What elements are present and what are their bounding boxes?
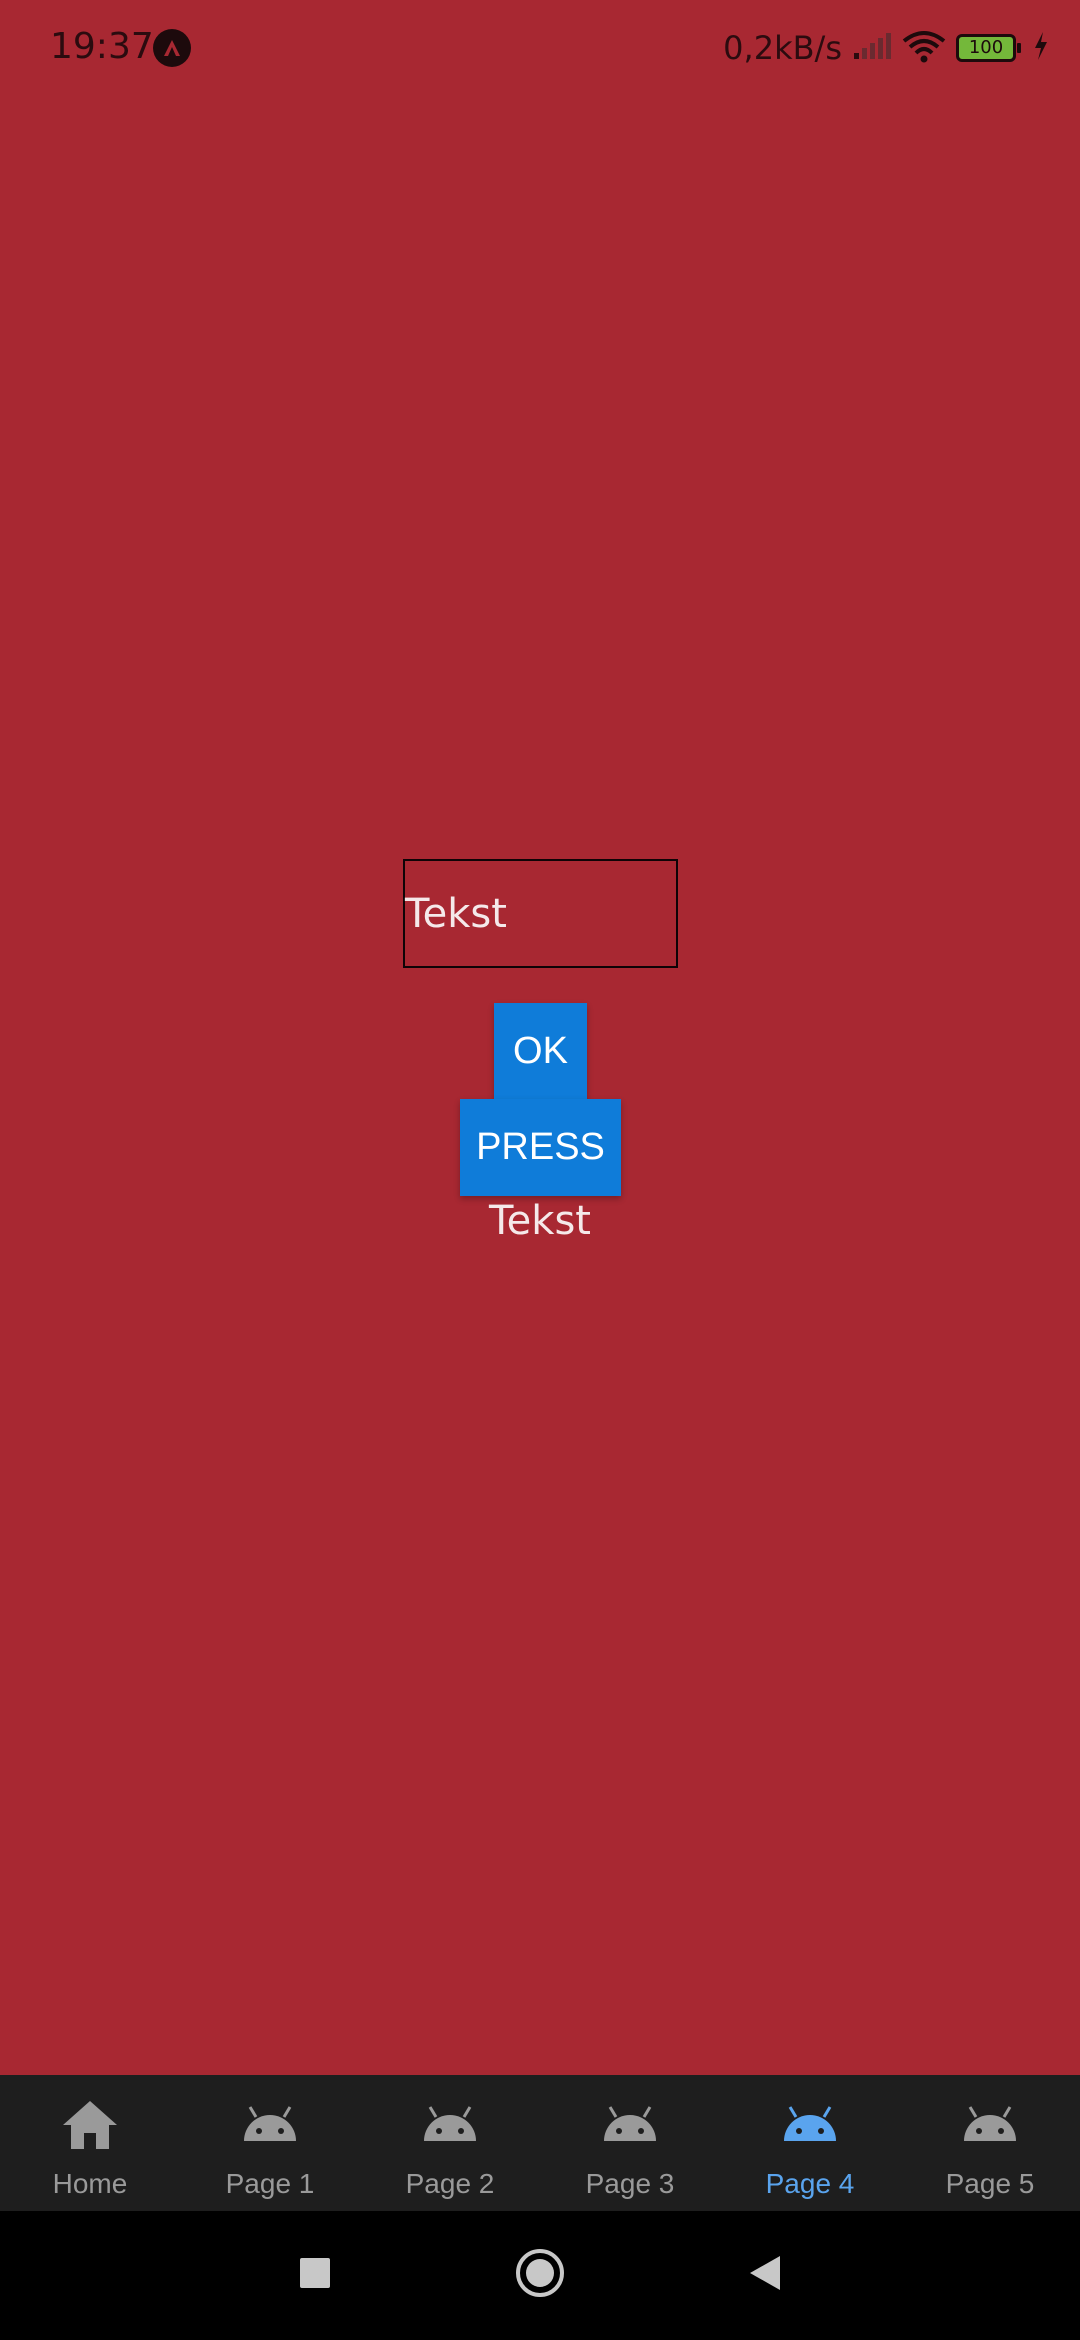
back-button[interactable] (735, 2211, 795, 2340)
android-icon (600, 2098, 660, 2152)
text-input-value: Tekst (405, 891, 507, 937)
android-icon (240, 2098, 300, 2152)
ok-button[interactable]: OK (494, 1003, 587, 1100)
wifi-icon (902, 29, 946, 68)
text-label: Tekst (489, 1198, 591, 1244)
tab-label: Page 2 (405, 2168, 495, 2199)
charging-icon (1032, 31, 1050, 66)
screen: 19:37 0,2kB/s 100 Tekst OK PRESS Tekst H… (0, 0, 1080, 2340)
tab-label: Page 4 (765, 2168, 855, 2199)
circle-icon (514, 2247, 566, 2304)
recents-button[interactable] (285, 2211, 345, 2340)
status-right-group: 0,2kB/s 100 (723, 26, 1050, 70)
signal-icon (852, 31, 892, 66)
status-bar: 19:37 0,2kB/s 100 (0, 0, 1080, 96)
tab-page-4[interactable]: Page 4 (720, 2075, 900, 2211)
home-button[interactable] (510, 2211, 570, 2340)
battery-icon: 100 (956, 34, 1021, 62)
tab-label: Page 5 (945, 2168, 1035, 2199)
square-icon (299, 2257, 331, 2294)
press-button[interactable]: PRESS (460, 1099, 621, 1196)
tab-home[interactable]: Home (0, 2075, 180, 2211)
battery-level: 100 (968, 37, 1004, 58)
tab-page-3[interactable]: Page 3 (540, 2075, 720, 2211)
tab-label: Page 1 (225, 2168, 315, 2199)
back-triangle-icon (748, 2254, 782, 2297)
tab-page-5[interactable]: Page 5 (900, 2075, 1080, 2211)
tab-page-1[interactable]: Page 1 (180, 2075, 360, 2211)
android-icon (420, 2098, 480, 2152)
tab-label: Home (52, 2168, 128, 2199)
android-icon (960, 2098, 1020, 2152)
home-icon (60, 2098, 120, 2152)
net-speed: 0,2kB/s (723, 29, 842, 67)
android-icon (780, 2098, 840, 2152)
status-time: 19:37 (50, 26, 154, 67)
system-nav-bar (0, 2211, 1080, 2340)
tab-page-2[interactable]: Page 2 (360, 2075, 540, 2211)
bottom-tab-bar: Home Page 1 Page 2 Page 3 Page 4 Page 5 (0, 2075, 1080, 2211)
tab-label: Page 3 (585, 2168, 675, 2199)
text-input[interactable]: Tekst (403, 859, 678, 968)
app-notification-icon (153, 29, 191, 67)
